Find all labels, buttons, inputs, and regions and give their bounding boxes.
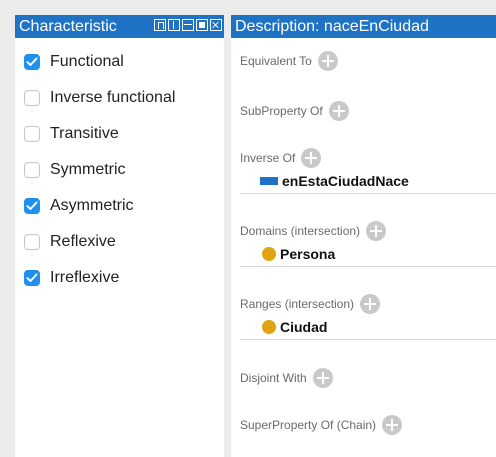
disjoint-with-label: Disjoint With: [240, 371, 307, 385]
inverse-value: enEstaCiudadNace: [282, 173, 409, 189]
subproperty-of-section: SubProperty Of: [240, 100, 496, 122]
characteristic-label: Reflexive: [50, 233, 116, 250]
characteristic-item[interactable]: Irreflexive: [15, 260, 224, 296]
class-icon: [262, 247, 276, 261]
characteristic-item[interactable]: Asymmetric: [15, 188, 224, 224]
add-domain-icon[interactable]: [366, 221, 387, 241]
ranges-label: Ranges (intersection): [240, 297, 355, 311]
split-vertical-icon[interactable]: [168, 19, 180, 31]
inverse-of-label: Inverse Of: [240, 151, 296, 165]
characteristic-label: Asymmetric: [50, 197, 134, 214]
description-panel: Description: naceEnCiudad Equivalent To …: [231, 15, 496, 457]
characteristic-label: Symmetric: [50, 161, 126, 178]
range-entry[interactable]: Ciudad: [240, 315, 496, 340]
characteristic-item[interactable]: Reflexive: [15, 224, 224, 260]
inverse-of-section: Inverse Of enEstaCiudadNace: [240, 147, 496, 194]
checkbox[interactable]: [24, 234, 40, 250]
help-icon[interactable]: [154, 19, 166, 31]
characteristic-item[interactable]: Inverse functional: [15, 80, 224, 116]
characteristic-label: Functional: [50, 53, 124, 70]
add-subproperty-icon[interactable]: [328, 101, 349, 121]
characteristics-panel: Characteristic Functional Inverse functio…: [15, 15, 224, 457]
checkbox[interactable]: [24, 198, 40, 214]
characteristic-item[interactable]: Functional: [15, 44, 224, 80]
disjoint-with-section: Disjoint With: [240, 367, 496, 389]
class-icon: [262, 320, 276, 334]
domain-entry[interactable]: Persona: [240, 242, 496, 267]
subproperty-of-label: SubProperty Of: [240, 104, 323, 118]
checkbox[interactable]: [24, 270, 40, 286]
equivalent-to-section: Equivalent To: [240, 50, 496, 72]
characteristic-label: Irreflexive: [50, 269, 120, 286]
equivalent-to-label: Equivalent To: [240, 54, 312, 68]
characteristic-label: Inverse functional: [50, 89, 176, 106]
add-chain-icon[interactable]: [382, 415, 403, 435]
add-inverse-icon[interactable]: [301, 148, 322, 168]
description-title-bar: Description: naceEnCiudad: [231, 15, 496, 38]
domain-value: Persona: [280, 246, 336, 262]
view-buttons: [154, 19, 222, 31]
checkbox[interactable]: [24, 162, 40, 178]
superproperty-chain-section: SuperProperty Of (Chain): [240, 414, 496, 436]
object-property-icon: [260, 177, 278, 185]
add-disjoint-icon[interactable]: [312, 368, 333, 388]
characteristic-label: Transitive: [50, 125, 119, 142]
domains-label: Domains (intersection): [240, 224, 361, 238]
domains-section: Domains (intersection) Persona: [240, 220, 496, 267]
characteristics-title-bar: Characteristic: [15, 15, 224, 38]
ranges-section: Ranges (intersection) Ciudad: [240, 293, 496, 340]
split-horizontal-icon[interactable]: [182, 19, 194, 31]
add-equivalent-icon[interactable]: [317, 51, 338, 71]
checkbox[interactable]: [24, 54, 40, 70]
checkbox[interactable]: [24, 126, 40, 142]
superproperty-chain-label: SuperProperty Of (Chain): [240, 418, 377, 432]
range-value: Ciudad: [280, 319, 328, 335]
inverse-entry[interactable]: enEstaCiudadNace: [240, 169, 496, 194]
characteristic-item[interactable]: Symmetric: [15, 152, 224, 188]
characteristics-list: Functional Inverse functional Transitive Sy…: [15, 38, 224, 296]
characteristics-title: Characteristic: [19, 18, 117, 35]
checkbox[interactable]: [24, 90, 40, 106]
close-icon[interactable]: [210, 19, 222, 31]
characteristic-item[interactable]: Transitive: [15, 116, 224, 152]
maximize-icon[interactable]: [196, 19, 208, 31]
add-range-icon[interactable]: [360, 294, 381, 314]
description-title: Description: naceEnCiudad: [235, 18, 429, 35]
